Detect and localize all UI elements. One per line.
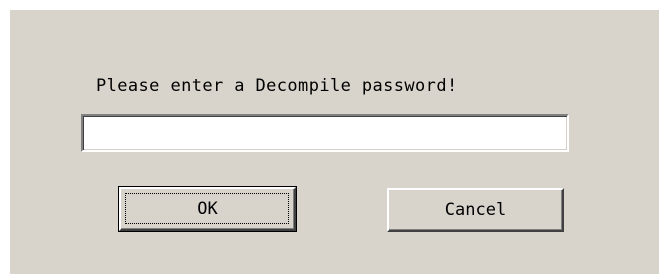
password-input[interactable] [81, 114, 569, 152]
ok-button[interactable]: OK [118, 186, 297, 232]
cancel-button-label: Cancel [444, 200, 507, 220]
ok-button-label: OK [197, 199, 218, 219]
cancel-button[interactable]: Cancel [387, 188, 564, 232]
decompile-password-dialog: Please enter a Decompile password! OK Ca… [0, 0, 659, 274]
password-prompt-label: Please enter a Decompile password! [96, 76, 458, 96]
